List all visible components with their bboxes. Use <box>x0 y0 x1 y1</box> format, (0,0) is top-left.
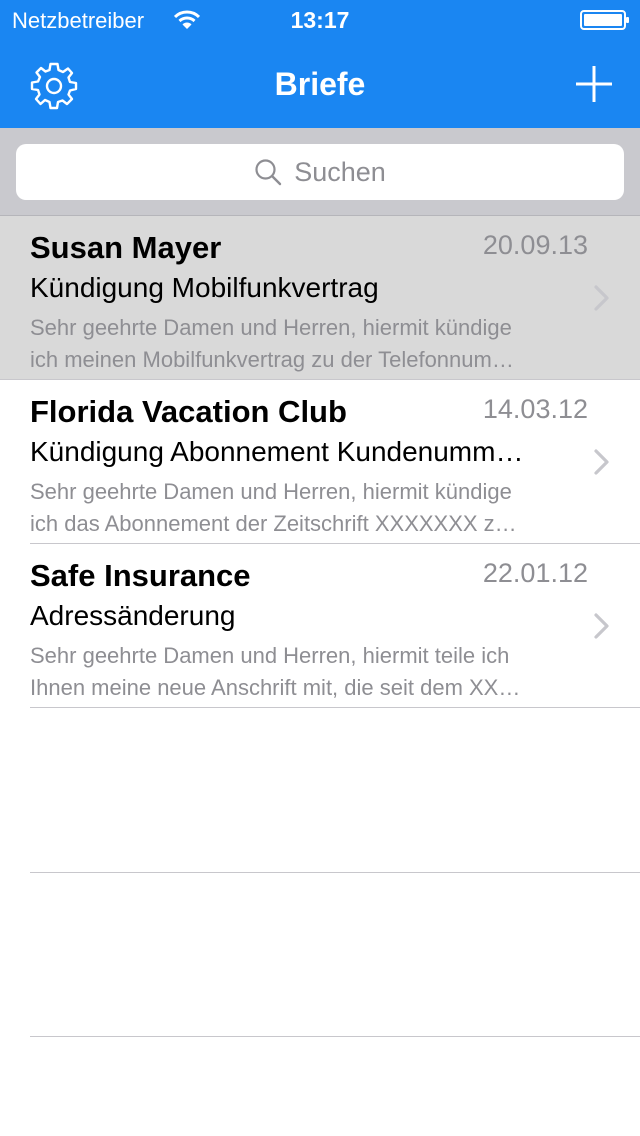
letter-sender: Safe Insurance <box>30 558 251 593</box>
chevron-right-icon <box>594 449 609 475</box>
letter-preview-line: Sehr geehrte Damen und Herren, hiermit k… <box>30 315 512 340</box>
letter-sender: Susan Mayer <box>30 230 222 265</box>
status-bar: Netzbetreiber 13:17 <box>0 0 640 40</box>
letters-list: Susan Mayer 20.09.13 Kündigung Mobilfunk… <box>0 216 640 708</box>
letter-date: 14.03.12 <box>482 394 588 424</box>
letter-subject: Kündigung Abonnement Kundenumm… <box>30 436 524 467</box>
letter-preview-line: ich meinen Mobilfunkvertrag zu der Telef… <box>30 347 514 372</box>
letter-preview: Sehr geehrte Damen und Herren, hiermit t… <box>30 640 586 704</box>
row-divider <box>30 707 640 708</box>
search-icon <box>255 159 282 186</box>
letter-row[interactable]: Safe Insurance 22.01.12 Adressänderung S… <box>0 544 640 708</box>
letter-sender: Florida Vacation Club <box>30 394 347 429</box>
letter-preview-line: Sehr geehrte Damen und Herren, hiermit k… <box>30 479 512 504</box>
chevron-right-icon <box>594 613 609 639</box>
letter-preview-line: ich das Abonnement der Zeitschrift XXXXX… <box>30 511 517 536</box>
letter-preview: Sehr geehrte Damen und Herren, hiermit k… <box>30 312 586 376</box>
letter-subject: Kündigung Mobilfunkvertrag <box>30 272 379 303</box>
letter-preview-line: Ihnen meine neue Anschrift mit, die seit… <box>30 675 521 700</box>
empty-row-divider <box>30 872 640 873</box>
search-placeholder: Suchen <box>294 156 386 187</box>
chevron-right-icon <box>594 285 609 311</box>
battery-icon <box>580 10 629 30</box>
clock: 13:17 <box>290 7 350 33</box>
search-input[interactable]: Suchen <box>16 144 624 200</box>
letter-row[interactable]: Susan Mayer 20.09.13 Kündigung Mobilfunk… <box>0 216 640 380</box>
letter-preview-line: Sehr geehrte Damen und Herren, hiermit t… <box>30 643 510 668</box>
add-letter-plus-icon[interactable] <box>568 58 620 110</box>
letter-date: 22.01.12 <box>482 558 588 588</box>
letter-preview: Sehr geehrte Damen und Herren, hiermit k… <box>30 476 586 540</box>
page-title: Briefe <box>274 66 366 102</box>
empty-row-divider <box>30 1036 640 1037</box>
navigation-bar: Briefe <box>0 40 640 128</box>
letter-row[interactable]: Florida Vacation Club 14.03.12 Kündigung… <box>0 380 640 544</box>
letter-date: 20.09.13 <box>482 230 588 260</box>
letter-subject: Adressänderung <box>30 600 236 631</box>
header: Netzbetreiber 13:17 Briefe <box>0 0 640 128</box>
search-bar: Suchen <box>0 128 640 216</box>
